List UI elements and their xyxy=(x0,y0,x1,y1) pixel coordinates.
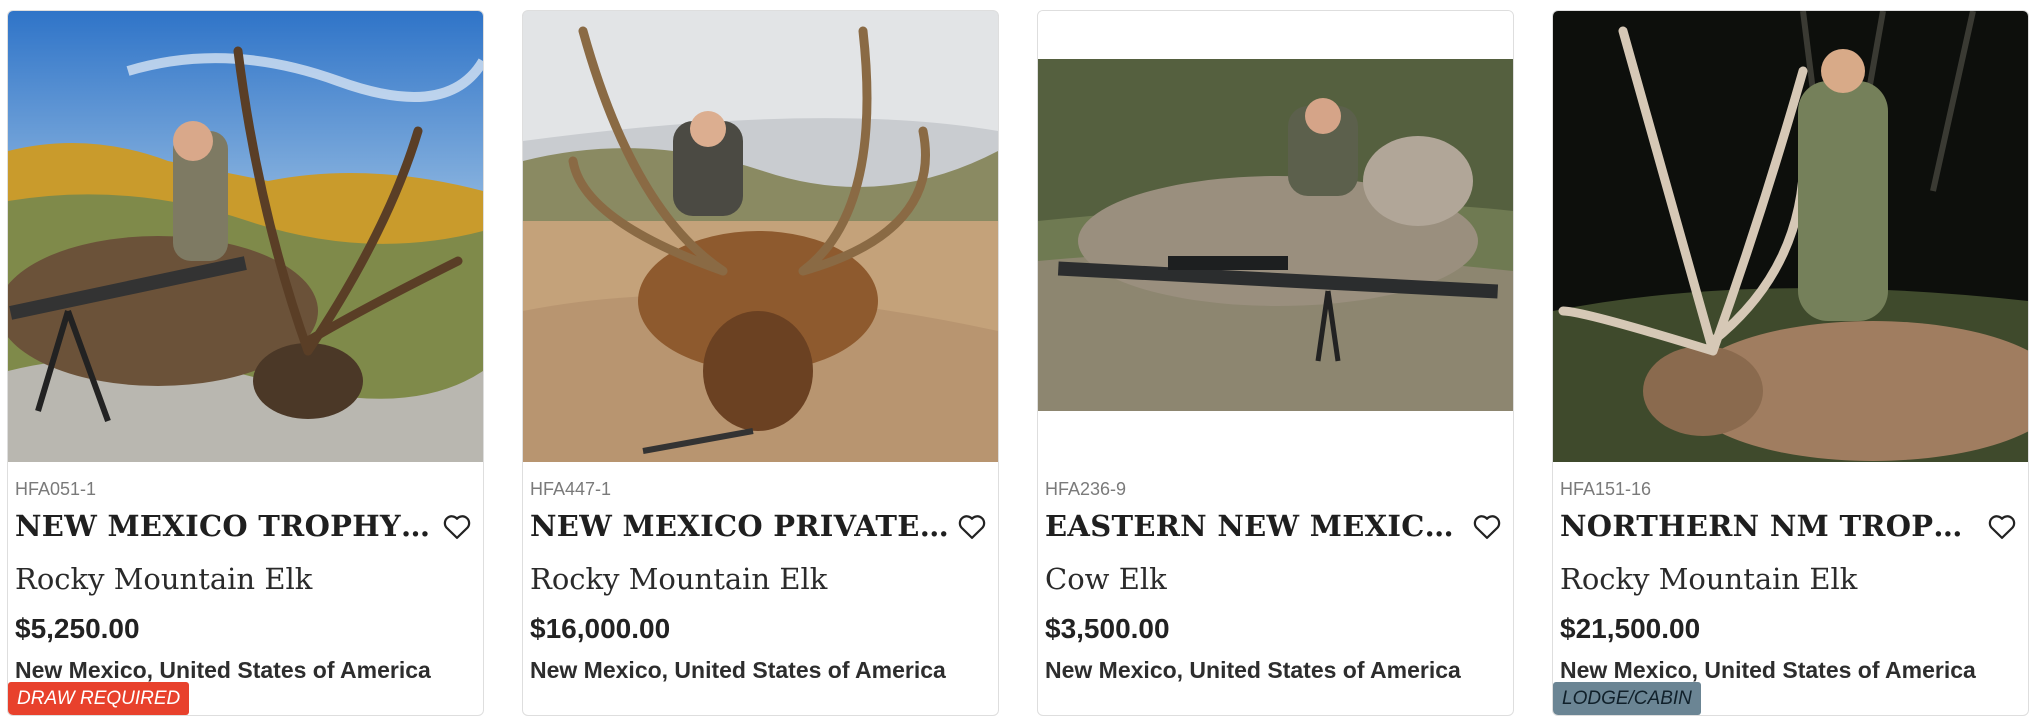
listing-card[interactable]: HFA151-16 NORTHERN NM TROPHY EL... Rocky… xyxy=(1552,10,2029,716)
listing-sku: HFA051-1 xyxy=(15,479,97,499)
listing-photo[interactable] xyxy=(8,11,483,462)
status-badge: DRAW REQUIRED xyxy=(8,682,190,715)
listing-photo[interactable] xyxy=(1553,11,2028,462)
listing-title[interactable]: NEW MEXICO PRIVATE ELK ... xyxy=(530,509,950,543)
heart-outline-icon xyxy=(1473,515,1501,539)
listing-sku: HFA447-1 xyxy=(530,479,612,499)
favorite-button[interactable] xyxy=(1984,508,2020,544)
listing-species: Cow Elk xyxy=(1045,562,1167,596)
listing-price: $21,500.00 xyxy=(1560,613,1701,644)
listing-card[interactable]: HFA236-9 EASTERN NEW MEXICO CO... Cow El… xyxy=(1037,10,1514,716)
listing-card[interactable]: HFA447-1 NEW MEXICO PRIVATE ELK ... Rock… xyxy=(522,10,999,716)
status-badge: LODGE/CABIN xyxy=(1553,682,1701,715)
listing-species: Rocky Mountain Elk xyxy=(530,562,828,596)
listing-price: $16,000.00 xyxy=(530,613,671,644)
listing-title[interactable]: NEW MEXICO TROPHY ELK ... xyxy=(15,509,435,543)
heart-outline-icon xyxy=(1988,515,2016,539)
favorite-button[interactable] xyxy=(954,508,990,544)
listing-photo[interactable] xyxy=(1038,11,1513,462)
listing-location: New Mexico, United States of America xyxy=(15,657,431,683)
listing-grid: HFA051-1 NEW MEXICO TROPHY ELK ... Rocky… xyxy=(0,0,2040,726)
listing-card[interactable]: HFA051-1 NEW MEXICO TROPHY ELK ... Rocky… xyxy=(7,10,484,716)
favorite-button[interactable] xyxy=(439,508,475,544)
listing-location: New Mexico, United States of America xyxy=(530,657,946,683)
favorite-button[interactable] xyxy=(1469,508,1505,544)
listing-sku: HFA151-16 xyxy=(1560,479,1652,499)
listing-species: Rocky Mountain Elk xyxy=(1560,562,1858,596)
listing-location: New Mexico, United States of America xyxy=(1045,657,1461,683)
listing-location: New Mexico, United States of America xyxy=(1560,657,1976,683)
listing-species: Rocky Mountain Elk xyxy=(15,562,313,596)
listing-title[interactable]: EASTERN NEW MEXICO CO... xyxy=(1045,509,1465,543)
listing-sku: HFA236-9 xyxy=(1045,479,1127,499)
listing-title[interactable]: NORTHERN NM TROPHY EL... xyxy=(1560,509,1980,543)
listing-price: $3,500.00 xyxy=(1045,613,1170,644)
listing-price: $5,250.00 xyxy=(15,613,140,644)
listing-photo[interactable] xyxy=(523,11,998,462)
heart-outline-icon xyxy=(443,515,471,539)
heart-outline-icon xyxy=(958,515,986,539)
